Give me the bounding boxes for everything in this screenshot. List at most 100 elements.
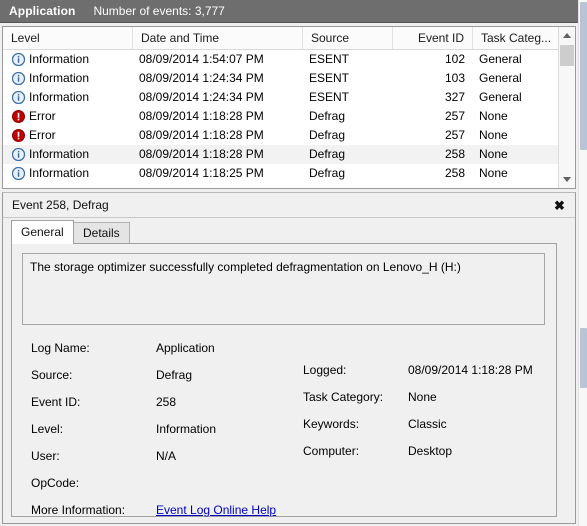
detail-title-label: Event 258, Defrag [12,198,109,212]
cell-date-time: 08/09/2014 1:18:28 PM [139,147,264,161]
event-list-column-headers: Level Date and Time Source Event ID Task Cat… [3,27,575,50]
cell-event-id: 257 [444,109,465,123]
cell-date-time: 08/09/2014 1:18:28 PM [139,109,264,123]
information-icon [11,166,26,181]
property-label: Logged: [303,363,347,377]
property-label: Log Name: [31,341,90,355]
event-list-panel: Level Date and Time Source Event ID Task Cat… [2,26,576,189]
log-name-label: Application [9,4,76,18]
scroll-up-button[interactable] [559,27,575,44]
table-row[interactable]: Error 08/09/2014 1:18:28 PM Defrag 257 None [3,107,558,126]
cell-source: ESENT [309,52,350,66]
cell-source: ESENT [309,90,350,104]
cell-level: Information [29,52,90,66]
cell-task-category: General [479,90,522,104]
cell-date-time: 08/09/2014 1:24:34 PM [139,71,264,85]
table-row[interactable]: Information 08/09/2014 1:24:34 PM ESENT 103… [3,69,558,88]
cell-level: Information [29,71,90,85]
cell-task-category: None [479,109,508,123]
information-icon [11,71,26,86]
information-icon [11,52,26,67]
scroll-down-button[interactable] [559,171,575,188]
event-detail-pane: Event 258, Defrag ✖ General Details The s… [2,192,576,524]
cell-level: Error [29,109,56,123]
table-row[interactable]: Information 08/09/2014 1:24:34 PM ESENT 327… [3,88,558,107]
general-tab-panel: The storage optimizer successfully compl… [11,243,557,517]
window-scrollbar[interactable] [578,0,587,526]
scrollbar-thumb[interactable] [560,45,574,66]
event-list-rows[interactable]: Information 08/09/2014 1:54:07 PM ESENT 102… [3,50,558,188]
cell-task-category: None [479,128,508,142]
property-value: 258 [156,395,177,409]
cell-level: Information [29,90,90,104]
property-label: Computer: [303,444,360,458]
property-value: Information [156,422,217,436]
column-header-source[interactable]: Source [303,27,393,49]
cell-source: Defrag [309,109,346,123]
table-row[interactable]: Information 08/09/2014 1:18:28 PM Defrag 25… [3,145,558,164]
property-label: Level: [31,422,64,436]
error-icon [12,110,25,123]
window-scrollbar-thumb-bottom[interactable] [580,328,587,388]
property-value: 08/09/2014 1:18:28 PM [408,363,533,377]
column-header-task-categ[interactable]: Task Categ... [473,27,560,49]
cell-event-id: 258 [444,166,465,180]
cell-task-category: General [479,71,522,85]
information-icon [11,147,26,162]
cell-event-id: 327 [444,90,465,104]
event-viewer-window: Application Number of events: 3,777 Leve… [0,0,587,526]
log-header-bar: Application Number of events: 3,777 [0,0,578,23]
table-row[interactable]: Information 08/09/2014 1:18:25 PM Defrag 25… [3,164,558,183]
close-icon[interactable]: ✖ [550,196,569,215]
information-icon [11,90,26,105]
property-label: Keywords: [303,417,360,431]
cell-event-id: 102 [444,52,465,66]
cell-source: ESENT [309,71,350,85]
event-list-scrollbar[interactable] [558,27,575,188]
property-value: N/A [156,449,177,463]
event-message-box: The storage optimizer successfully compl… [22,253,545,325]
cell-source: Defrag [309,128,346,142]
property-value: Defrag [156,368,193,382]
table-row[interactable]: Information 08/09/2014 1:54:07 PM ESENT 102… [3,50,558,69]
chevron-up-icon [563,33,571,38]
cell-task-category: None [479,166,508,180]
detail-tabstrip: General Details [11,220,571,244]
property-value: Classic [408,417,447,431]
property-label: Source: [31,368,73,382]
property-label: OpCode: [31,476,80,490]
event-count-label: Number of events: 3,777 [93,4,225,18]
property-label: User: [31,449,60,463]
cell-task-category: General [479,52,522,66]
property-value: Application [156,341,215,355]
column-header-level[interactable]: Level [3,27,133,49]
cell-level: Error [29,128,56,142]
column-header-date-and-time[interactable]: Date and Time [133,27,303,49]
property-label: Event ID: [31,395,81,409]
cell-date-time: 08/09/2014 1:18:25 PM [139,166,264,180]
cell-event-id: 257 [444,128,465,142]
cell-date-time: 08/09/2014 1:24:34 PM [139,90,264,104]
column-header-event-id[interactable]: Event ID [393,27,473,49]
cell-level: Information [29,166,90,180]
cell-task-category: None [479,147,508,161]
property-label: Task Category: [303,390,384,404]
error-icon [12,129,25,142]
cell-event-id: 103 [444,71,465,85]
tab-details[interactable]: Details [73,222,130,243]
table-row[interactable]: Error 08/09/2014 1:18:28 PM Defrag 257 None [3,126,558,145]
cell-event-id: 258 [444,147,465,161]
cell-date-time: 08/09/2014 1:54:07 PM [139,52,264,66]
cell-level: Information [29,147,90,161]
event-properties: Log Name: Application Source: Defrag Event I… [22,337,545,517]
cell-source: Defrag [309,166,346,180]
window-scrollbar-thumb-top[interactable] [580,2,587,150]
cell-date-time: 08/09/2014 1:18:28 PM [139,128,264,142]
property-value: None [408,390,437,404]
detail-title-bar: Event 258, Defrag ✖ [3,193,575,218]
cell-source: Defrag [309,147,346,161]
property-label: More Information: [31,503,126,517]
property-value: Desktop [408,444,453,458]
event-log-online-help-link[interactable]: Event Log Online Help [156,499,276,522]
tab-general[interactable]: General [11,220,74,244]
